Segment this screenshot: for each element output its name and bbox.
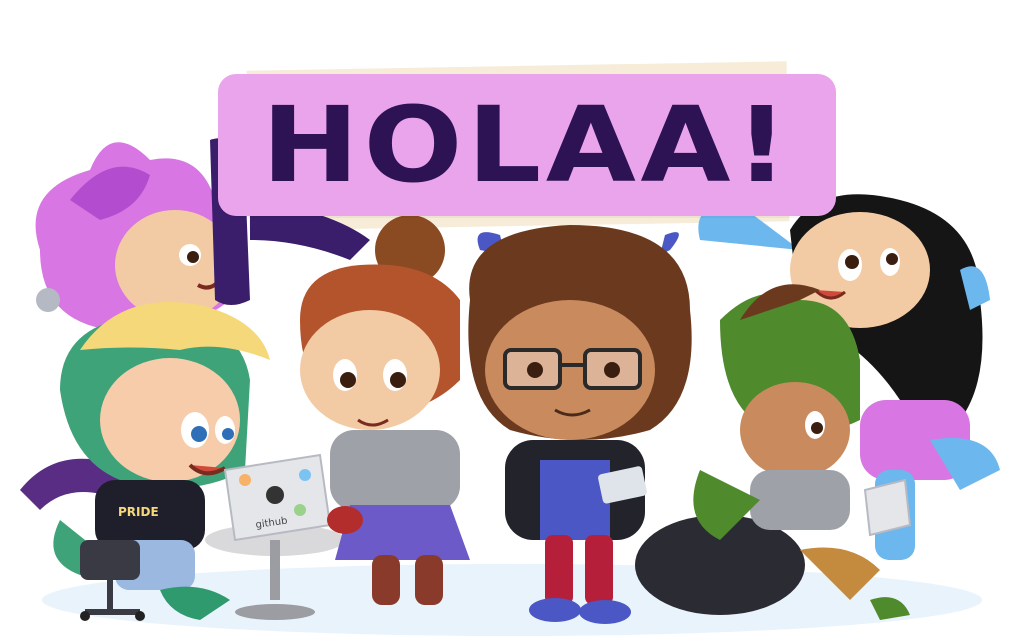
shirt-label: PRIDE xyxy=(118,505,159,519)
illustration-scene: PRIDE github HOLAA! xyxy=(0,0,1024,642)
greeting-text: HOLAA! xyxy=(261,84,793,206)
greeting-banner: HOLAA! xyxy=(218,74,836,216)
small-laptop xyxy=(863,478,912,537)
laptop: github xyxy=(223,453,332,542)
gray-hoodie xyxy=(330,430,460,510)
